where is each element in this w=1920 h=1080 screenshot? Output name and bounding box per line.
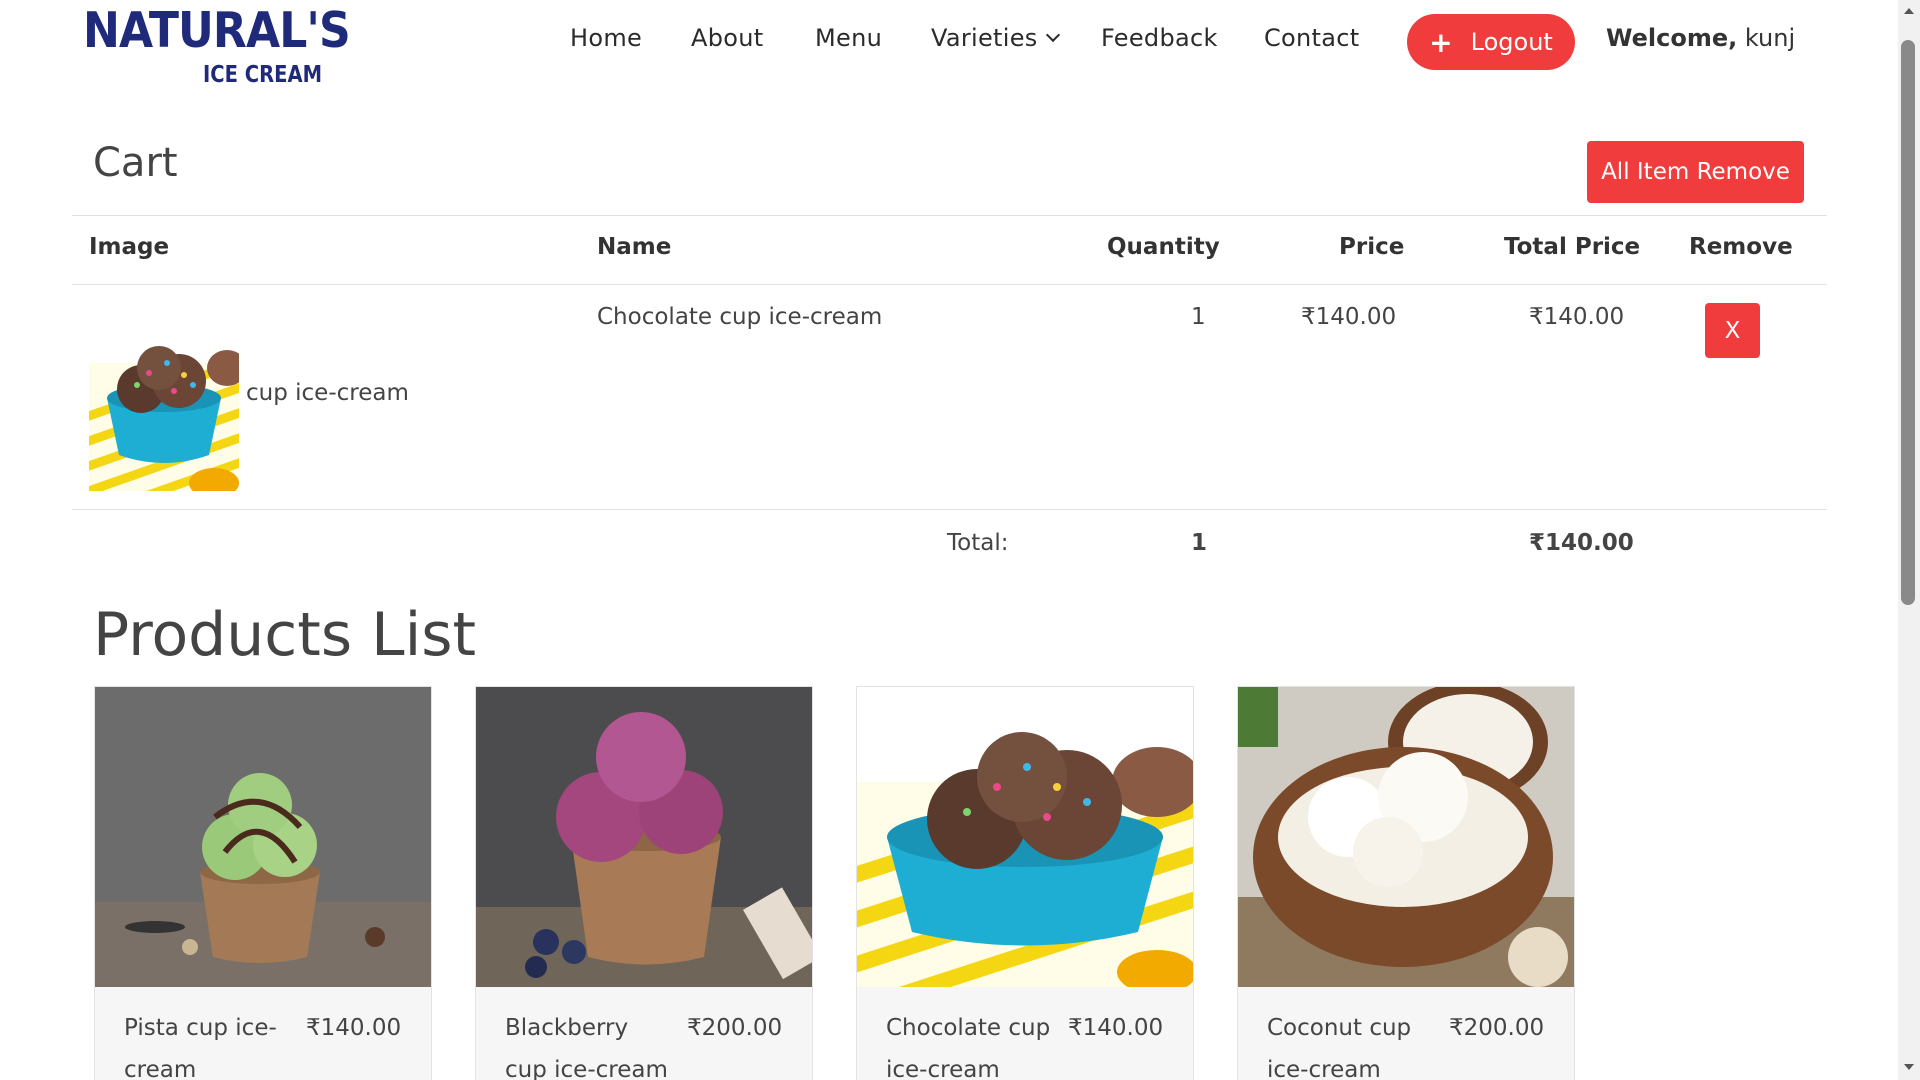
table-header-border (72, 284, 1827, 285)
vertical-scrollbar[interactable] (1898, 0, 1920, 1080)
scrollbar-thumb[interactable] (1901, 40, 1915, 605)
welcome-label: Welcome, (1606, 24, 1738, 52)
product-name: Blackberry cup ice-cream (505, 1015, 668, 1080)
cart-item-image (89, 303, 239, 491)
product-image (95, 687, 431, 987)
cart-item-total-price: ₹140.00 (1529, 304, 1625, 330)
nav-home[interactable]: Home (570, 24, 642, 52)
total-label: Total: (947, 530, 1009, 556)
logo-title: NATURAL'S (83, 2, 351, 59)
col-header-image: Image (89, 234, 170, 260)
cart-item-name: Chocolate cup ice-cream (597, 304, 883, 330)
total-quantity: 1 (1191, 530, 1208, 556)
col-header-name: Name (597, 234, 672, 260)
nav-contact[interactable]: Contact (1264, 24, 1359, 52)
product-price: ₹140.00 (1068, 1015, 1164, 1041)
table-top-border (72, 215, 1827, 216)
product-price: ₹200.00 (687, 1015, 783, 1041)
table-row-border (72, 509, 1827, 510)
product-name: Coconut cup ice-cream (1267, 1015, 1412, 1080)
product-image (857, 687, 1193, 987)
col-header-total-price: Total Price (1504, 234, 1641, 260)
chevron-down-icon (1045, 27, 1060, 43)
logout-label: Logout (1470, 28, 1553, 56)
scroll-up-arrow-icon[interactable] (1904, 8, 1914, 14)
nav-feedback[interactable]: Feedback (1101, 24, 1218, 52)
cart-title: Cart (93, 140, 178, 186)
remove-item-button[interactable]: X (1705, 303, 1760, 358)
welcome-message: Welcome, kunj (1606, 24, 1795, 52)
nav-varieties-label: Varieties (931, 24, 1038, 52)
page: NATURAL'S ICE CREAM Home About Menu Vari… (0, 0, 1898, 1080)
product-name: Pista cup ice-cream (124, 1015, 277, 1080)
brand-logo[interactable]: NATURAL'S ICE CREAM (83, 2, 351, 94)
nav-varieties[interactable]: Varieties (931, 24, 1060, 52)
product-image (476, 687, 812, 987)
product-price: ₹140.00 (306, 1015, 402, 1041)
products-title: Products List (93, 600, 477, 670)
plus-icon: + (1429, 25, 1453, 59)
col-header-price: Price (1339, 234, 1405, 260)
username: kunj (1744, 24, 1796, 52)
scroll-down-arrow-icon[interactable] (1904, 1064, 1914, 1070)
col-header-remove: Remove (1689, 234, 1793, 260)
remove-all-button[interactable]: All Item Remove (1587, 141, 1804, 203)
col-header-quantity: Quantity (1107, 234, 1220, 260)
logo-subtitle: ICE CREAM (203, 62, 323, 88)
nav-menu[interactable]: Menu (815, 24, 882, 52)
product-card[interactable]: Coconut cup ice-cream ₹200.00 (1237, 686, 1575, 1080)
nav-about[interactable]: About (691, 24, 763, 52)
product-image (1238, 687, 1574, 987)
cart-item-quantity: 1 (1191, 304, 1206, 330)
product-card[interactable]: Blackberry cup ice-cream ₹200.00 (475, 686, 813, 1080)
cart-item-image-alt: cup ice-cream (246, 380, 409, 406)
total-amount: ₹140.00 (1529, 530, 1634, 556)
logout-button[interactable]: + Logout (1407, 14, 1575, 70)
product-name: Chocolate cup ice-cream (886, 1015, 1051, 1080)
product-card[interactable]: Chocolate cup ice-cream ₹140.00 (856, 686, 1194, 1080)
cart-item-price: ₹140.00 (1301, 304, 1397, 330)
product-card[interactable]: Pista cup ice-cream ₹140.00 (94, 686, 432, 1080)
product-price: ₹200.00 (1449, 1015, 1545, 1041)
